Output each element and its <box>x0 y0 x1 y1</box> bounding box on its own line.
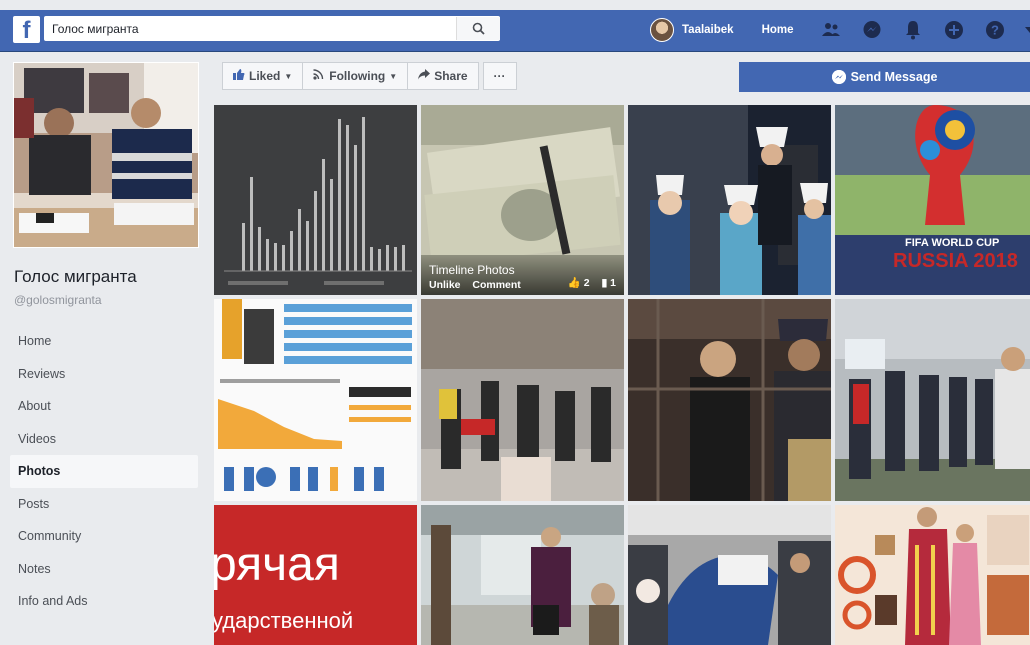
red-sign-text-1: рячая <box>214 538 340 591</box>
chevron-down-icon: ▼ <box>389 71 398 81</box>
search-button[interactable] <box>456 17 500 40</box>
send-message-button[interactable]: Send Message <box>739 62 1030 92</box>
page-actions: Liked ▼ Following ▼ Share ··· <box>222 62 517 92</box>
page-title: Голос мигранта <box>14 267 137 286</box>
share-label: Share <box>434 69 468 83</box>
sidebar-item-community[interactable]: Community <box>10 520 198 553</box>
sidebar-item-videos[interactable]: Videos <box>10 423 198 456</box>
messenger-icon <box>831 70 846 84</box>
sidebar-item-info-and-ads[interactable]: Info and Ads <box>10 585 198 618</box>
facebook-logo-icon[interactable]: f <box>13 16 40 43</box>
photo-tile[interactable] <box>628 505 831 645</box>
thumbs-up-icon <box>233 69 245 83</box>
share-button[interactable]: Share <box>408 62 479 90</box>
photo-album-title: Timeline Photos <box>429 263 515 277</box>
like-count-icon: 👍 <box>567 277 581 289</box>
street-crowd-image <box>421 299 624 501</box>
page-handle: @golosmigranta <box>14 293 102 307</box>
liked-label: Liked <box>249 69 281 83</box>
sidebar-item-reviews[interactable]: Reviews <box>10 358 198 391</box>
page-sidebar: Голос мигранта @golosmigranta Home Revie… <box>0 52 205 641</box>
messenger-icon[interactable] <box>861 19 883 41</box>
photo-tile[interactable]: рячая ударственной <box>214 505 417 645</box>
more-options-label: ··· <box>493 69 506 83</box>
sidebar-item-home[interactable]: Home <box>10 325 198 358</box>
following-label: Following <box>329 69 386 83</box>
photo-tile[interactable] <box>214 299 417 501</box>
photo-tile[interactable] <box>628 299 831 501</box>
nav-right: Taalaibek Home ? <box>650 16 1030 44</box>
friend-requests-icon[interactable] <box>820 19 842 41</box>
photo-grid: Timeline Photos Unlike Comment 👍 2 ▮ 1 F… <box>214 105 1030 645</box>
infographic-image <box>214 299 417 501</box>
photo-counts: 👍 2 ▮ 1 <box>568 276 616 289</box>
photo-tile[interactable] <box>214 105 417 295</box>
photo-tile[interactable]: FIFA WORLD CUP RUSSIA 2018 <box>835 105 1030 295</box>
photo-tile[interactable] <box>421 505 624 645</box>
help-question-icon[interactable]: ? <box>984 19 1006 41</box>
more-options-button[interactable]: ··· <box>482 62 517 90</box>
avatar[interactable] <box>650 18 674 42</box>
create-plus-icon[interactable] <box>943 19 965 41</box>
photo-tile-hovered[interactable]: Timeline Photos Unlike Comment 👍 2 ▮ 1 <box>421 105 624 295</box>
men-at-fence-image <box>628 299 831 501</box>
account-dropdown-icon[interactable] <box>1024 19 1030 41</box>
photo-hover-overlay: Timeline Photos Unlike Comment 👍 2 ▮ 1 <box>421 255 624 295</box>
queue-photo-image <box>835 299 1030 501</box>
crowd-flag-image <box>628 505 831 645</box>
airport-photo-image <box>421 505 624 645</box>
worldcup-caption-1: FIFA WORLD CUP <box>905 237 1000 249</box>
navigation-bar: f Taalaibek Home ? <box>0 10 1030 52</box>
search-box <box>44 16 500 41</box>
fashion-infographic-image <box>835 505 1030 645</box>
search-icon <box>472 22 485 35</box>
notifications-bell-icon[interactable] <box>902 19 924 41</box>
comment-count-icon: ▮ <box>601 277 608 289</box>
photo-tile[interactable] <box>835 299 1030 501</box>
user-name-link[interactable]: Taalaibek <box>682 24 734 36</box>
following-button[interactable]: Following ▼ <box>303 62 409 90</box>
red-sign-text-2: ударственной <box>214 608 354 633</box>
sidebar-item-notes[interactable]: Notes <box>10 553 198 586</box>
chart-photo-image <box>214 105 417 295</box>
home-link[interactable]: Home <box>762 24 794 36</box>
comment-link[interactable]: Comment <box>472 279 520 291</box>
search-input[interactable] <box>44 17 456 40</box>
photo-tile[interactable] <box>628 105 831 295</box>
chevron-down-icon: ▼ <box>284 71 293 81</box>
sidebar-item-posts[interactable]: Posts <box>10 488 198 521</box>
like-count: 2 <box>583 277 590 289</box>
kids-photo-image <box>628 105 831 295</box>
comment-count: 1 <box>610 277 616 289</box>
sidebar-item-about[interactable]: About <box>10 390 198 423</box>
worldcup-caption-2: RUSSIA 2018 <box>893 250 1018 272</box>
sidebar-item-photos[interactable]: Photos <box>10 455 198 488</box>
svg-text:?: ? <box>991 23 999 38</box>
photo-tile[interactable] <box>835 505 1030 645</box>
send-message-label: Send Message <box>850 70 938 84</box>
sidebar-menu: Home Reviews About Videos Photos Posts C… <box>10 325 198 618</box>
profile-picture[interactable] <box>13 62 199 248</box>
profile-photo-image <box>14 63 198 247</box>
liked-button[interactable]: Liked ▼ <box>222 62 304 90</box>
share-arrow-icon <box>418 69 431 83</box>
photo-tile[interactable] <box>421 299 624 501</box>
rss-icon <box>313 69 325 83</box>
unlike-link[interactable]: Unlike <box>429 279 461 291</box>
